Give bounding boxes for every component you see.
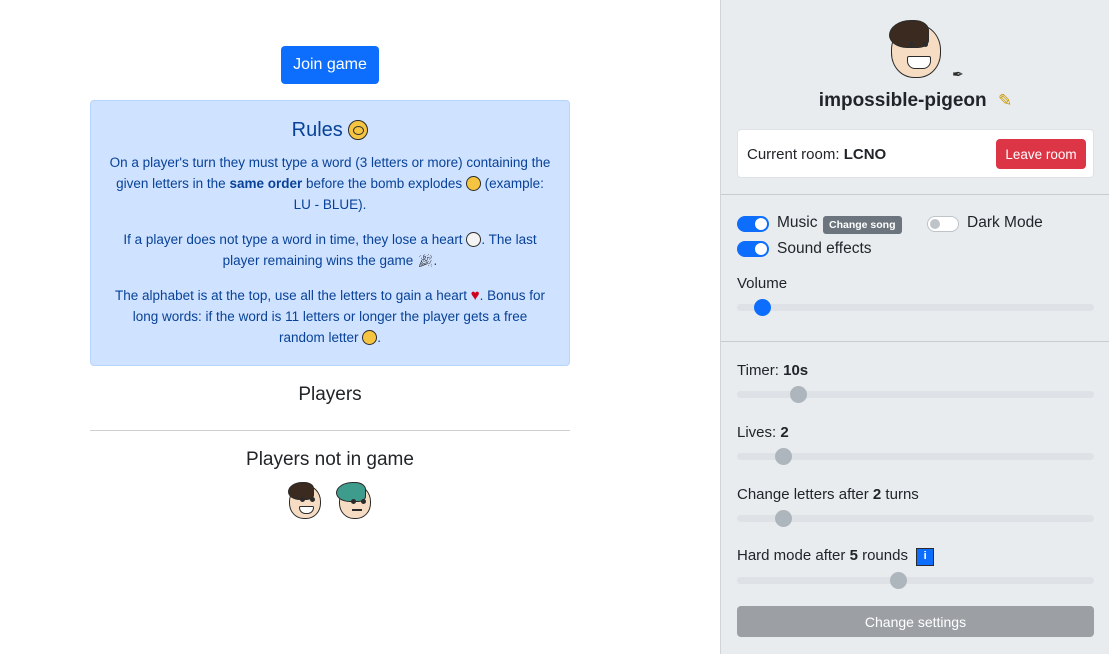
rules-text: The alphabet is at the top, use all the … bbox=[115, 288, 471, 303]
rules-paragraph-2: If a player does not type a word in time… bbox=[109, 229, 551, 271]
divider bbox=[721, 341, 1109, 342]
change-letters-text: Change letters after bbox=[737, 486, 873, 503]
change-letters-slider[interactable] bbox=[737, 510, 1094, 527]
lives-label: Lives: 2 bbox=[737, 424, 789, 441]
lives-slider-thumb[interactable] bbox=[775, 448, 793, 465]
hard-mode-slider[interactable] bbox=[737, 572, 1094, 589]
username-row: impossible-pigeon ✎ bbox=[721, 90, 1109, 112]
music-toggle[interactable] bbox=[737, 216, 769, 232]
change-song-button[interactable]: Change song bbox=[823, 216, 902, 234]
heart-icon: ♥ bbox=[470, 287, 480, 304]
rules-heading: Rules bbox=[109, 117, 551, 143]
rules-text: If a player does not type a word in time… bbox=[123, 232, 467, 247]
lives-slider[interactable] bbox=[737, 448, 1094, 465]
lives-label-text: Lives: bbox=[737, 424, 781, 441]
hard-mode-value: 5 bbox=[849, 547, 858, 564]
hard-mode-text: rounds bbox=[857, 547, 908, 564]
rules-text: . bbox=[433, 253, 438, 268]
rules-face-icon bbox=[348, 120, 369, 140]
player-avatar bbox=[286, 482, 324, 520]
volume-label: Volume bbox=[737, 275, 788, 292]
timer-slider[interactable] bbox=[737, 386, 1094, 403]
rules-bold-text: same order bbox=[229, 176, 303, 191]
timer-slider-thumb[interactable] bbox=[789, 386, 807, 403]
settings-sidebar: ✒ impossible-pigeon ✎ Current room: LCNO… bbox=[720, 0, 1109, 654]
hard-mode-text: Hard mode after bbox=[737, 547, 850, 564]
room-card: Current room: LCNO Leave room bbox=[737, 129, 1094, 178]
rules-paragraph-1: On a player's turn they must type a word… bbox=[109, 152, 551, 215]
dark-mode-label: Dark Mode bbox=[967, 214, 1043, 231]
leave-room-button[interactable]: Leave room bbox=[996, 139, 1086, 169]
main-area: Join game Rules On a player's turn they … bbox=[0, 0, 720, 654]
hard-mode-slider-thumb[interactable] bbox=[889, 572, 907, 589]
room-label-text: Current room: bbox=[747, 146, 844, 163]
change-letters-label: Change letters after 2 turns bbox=[737, 486, 919, 503]
lives-value: 2 bbox=[780, 424, 789, 441]
change-letters-text: turns bbox=[881, 486, 919, 503]
rules-panel: Rules On a player's turn they must type … bbox=[90, 100, 570, 366]
divider bbox=[90, 430, 570, 431]
rules-text: . bbox=[377, 330, 382, 345]
players-not-in-game-list bbox=[286, 482, 374, 520]
player-avatar bbox=[336, 482, 374, 520]
join-game-button[interactable]: Join game bbox=[281, 46, 379, 84]
room-code: LCNO bbox=[843, 146, 887, 163]
sound-effects-label: Sound effects bbox=[777, 240, 872, 257]
music-label: Music bbox=[777, 214, 818, 231]
sound-effects-toggle[interactable] bbox=[737, 241, 769, 257]
shocked-face-icon bbox=[465, 176, 481, 191]
change-letters-value: 2 bbox=[872, 486, 882, 503]
pencil-icon[interactable]: ✎ bbox=[998, 91, 1012, 110]
nerd-face-icon bbox=[362, 330, 378, 345]
rules-paragraph-3: The alphabet is at the top, use all the … bbox=[109, 285, 551, 348]
current-room-label: Current room: LCNO bbox=[747, 146, 886, 163]
edit-avatar-icon[interactable]: ✒ bbox=[952, 66, 964, 83]
rules-title: Rules bbox=[291, 119, 343, 141]
info-icon[interactable]: i bbox=[916, 548, 935, 566]
profile-avatar[interactable] bbox=[887, 20, 945, 78]
timer-label-text: Timer: bbox=[737, 362, 784, 379]
divider bbox=[721, 194, 1109, 195]
volume-slider[interactable] bbox=[737, 299, 1094, 316]
username: impossible-pigeon bbox=[818, 90, 987, 111]
players-not-in-game-heading: Players not in game bbox=[246, 449, 414, 470]
trophy-icon: 🎉︎ bbox=[417, 253, 434, 268]
players-heading: Players bbox=[298, 384, 362, 405]
hard-mode-label: Hard mode after 5 rounds i bbox=[737, 547, 935, 566]
dark-mode-toggle[interactable] bbox=[927, 216, 959, 232]
timer-value: 10s bbox=[783, 362, 809, 379]
change-letters-slider-thumb[interactable] bbox=[775, 510, 793, 527]
rules-text: before the bomb explodes bbox=[302, 176, 466, 191]
volume-slider-thumb[interactable] bbox=[753, 299, 771, 316]
change-settings-button[interactable]: Change settings bbox=[737, 606, 1094, 637]
timer-label: Timer: 10s bbox=[737, 362, 808, 379]
skull-icon bbox=[466, 232, 482, 247]
